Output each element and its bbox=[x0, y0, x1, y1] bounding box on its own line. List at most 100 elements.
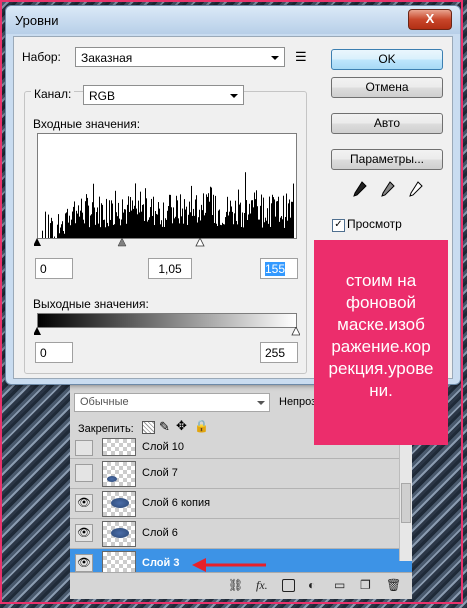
eye-icon[interactable]: 👁 bbox=[75, 554, 93, 572]
histogram-bar bbox=[112, 203, 113, 238]
input-black-field[interactable]: 0 bbox=[35, 258, 73, 279]
output-slider[interactable] bbox=[34, 327, 300, 337]
red-arrow-icon bbox=[192, 558, 266, 572]
histogram-bar bbox=[279, 221, 280, 238]
histogram-bar bbox=[166, 219, 167, 238]
histogram-bar bbox=[78, 205, 79, 238]
blend-mode-select[interactable]: Обычные bbox=[74, 393, 270, 412]
layers-scrollbar[interactable] bbox=[399, 443, 412, 561]
histogram-bar bbox=[96, 212, 97, 238]
histogram-bar bbox=[52, 221, 53, 238]
output-black-field[interactable]: 0 bbox=[35, 342, 73, 363]
lock-transparency-icon[interactable] bbox=[142, 421, 155, 434]
close-button[interactable]: X bbox=[408, 9, 452, 30]
histogram-bar bbox=[105, 227, 106, 238]
layer-thumbnail bbox=[102, 491, 136, 517]
eye-icon[interactable]: 👁 bbox=[75, 494, 93, 512]
annotation-callout: стоим на фоновой маске.изоб ражение.кор … bbox=[314, 240, 448, 445]
histogram-bar bbox=[139, 212, 140, 238]
input-gamma-field[interactable]: 1,05 bbox=[148, 258, 192, 279]
eye-icon[interactable]: 👁 bbox=[75, 524, 93, 542]
histogram-bar bbox=[293, 183, 294, 238]
histogram-bar bbox=[63, 230, 64, 238]
layer-row[interactable]: 👁 Слой 6 копия bbox=[70, 489, 412, 519]
output-white-field[interactable]: 255 bbox=[260, 342, 298, 363]
histogram-bar bbox=[219, 209, 220, 238]
dialog-title: Уровни bbox=[15, 13, 59, 28]
output-levels-label: Выходные значения: bbox=[33, 297, 149, 311]
histogram-bar bbox=[91, 214, 92, 238]
histogram-bar bbox=[213, 194, 214, 238]
mask-icon[interactable] bbox=[282, 579, 295, 592]
visibility-toggle[interactable] bbox=[75, 464, 93, 482]
histogram-bar bbox=[280, 217, 281, 238]
layer-row[interactable]: Слой 7 bbox=[70, 459, 412, 489]
preview-checkbox[interactable]: ✓ bbox=[332, 219, 345, 232]
histogram-bar bbox=[281, 216, 282, 238]
move-icon[interactable]: ✥ bbox=[176, 418, 187, 434]
options-button[interactable]: Параметры... bbox=[331, 149, 443, 170]
histogram-bar bbox=[69, 215, 70, 238]
brush-icon[interactable]: ✎ bbox=[159, 419, 170, 435]
preset-options-icon[interactable]: ☰ bbox=[295, 49, 307, 65]
histogram-bar bbox=[268, 223, 269, 238]
histogram-bar bbox=[216, 223, 217, 238]
histogram-bar bbox=[42, 230, 43, 238]
auto-button[interactable]: Авто bbox=[331, 113, 443, 134]
title-bar[interactable]: Уровни X bbox=[6, 6, 460, 34]
histogram-bar bbox=[72, 211, 73, 238]
trash-icon[interactable]: 🗑 bbox=[386, 578, 401, 592]
histogram-bar bbox=[181, 216, 182, 238]
layer-name: Слой 6 bbox=[142, 527, 178, 539]
histogram-bar bbox=[207, 196, 208, 238]
link-icon[interactable]: ⛓ bbox=[228, 578, 243, 592]
scrollbar-thumb[interactable] bbox=[401, 483, 411, 523]
histogram-bar bbox=[147, 221, 148, 238]
histogram-bar bbox=[251, 200, 252, 238]
histogram-bar bbox=[218, 210, 219, 238]
histogram-bar bbox=[194, 215, 195, 238]
histogram-bar bbox=[205, 212, 206, 238]
cancel-button[interactable]: Отмена bbox=[331, 77, 443, 98]
eyedroppers bbox=[353, 181, 423, 197]
histogram-bar bbox=[123, 212, 124, 238]
histogram-bar bbox=[45, 211, 46, 238]
lock-icon[interactable]: 🔒 bbox=[194, 419, 209, 433]
histogram-bar bbox=[174, 218, 175, 238]
histogram-bar bbox=[264, 222, 265, 238]
histogram-bar bbox=[221, 225, 222, 238]
histogram-bar bbox=[173, 207, 174, 238]
ok-button[interactable]: OK bbox=[331, 49, 443, 70]
folder-icon[interactable]: ▭ bbox=[334, 578, 345, 592]
input-white-field[interactable]: 155 bbox=[260, 258, 298, 279]
histogram-bar bbox=[158, 202, 159, 238]
layer-row[interactable]: 👁 Слой 6 bbox=[70, 519, 412, 549]
visibility-toggle[interactable] bbox=[75, 440, 93, 456]
histogram-bar bbox=[252, 200, 253, 238]
histogram-bar bbox=[180, 194, 181, 238]
histogram-chart bbox=[42, 172, 294, 238]
fx-icon[interactable]: fx. bbox=[256, 578, 268, 593]
histogram-bar bbox=[266, 220, 267, 238]
histogram-bar bbox=[97, 207, 98, 238]
new-layer-icon[interactable]: ❐ bbox=[360, 578, 371, 592]
histogram-bar bbox=[185, 209, 186, 238]
histogram-bar bbox=[84, 223, 85, 238]
adjustment-icon[interactable]: ◐ bbox=[308, 578, 315, 592]
histogram-bar bbox=[255, 199, 256, 238]
histogram-bar bbox=[270, 226, 271, 238]
histogram-bar bbox=[133, 208, 134, 238]
histogram-bar bbox=[202, 210, 203, 238]
input-slider[interactable] bbox=[34, 238, 300, 248]
histogram-bar bbox=[115, 190, 116, 238]
histogram-bar bbox=[227, 196, 228, 238]
histogram-bar bbox=[262, 227, 263, 238]
histogram-bar bbox=[87, 197, 88, 238]
histogram-bar bbox=[157, 214, 158, 238]
channel-select[interactable]: RGB bbox=[83, 85, 244, 105]
preset-select[interactable]: Заказная bbox=[75, 47, 285, 67]
histogram-bar bbox=[284, 227, 285, 238]
histogram-bar bbox=[269, 196, 270, 238]
histogram-bar bbox=[141, 211, 142, 238]
histogram-bar bbox=[151, 198, 152, 238]
